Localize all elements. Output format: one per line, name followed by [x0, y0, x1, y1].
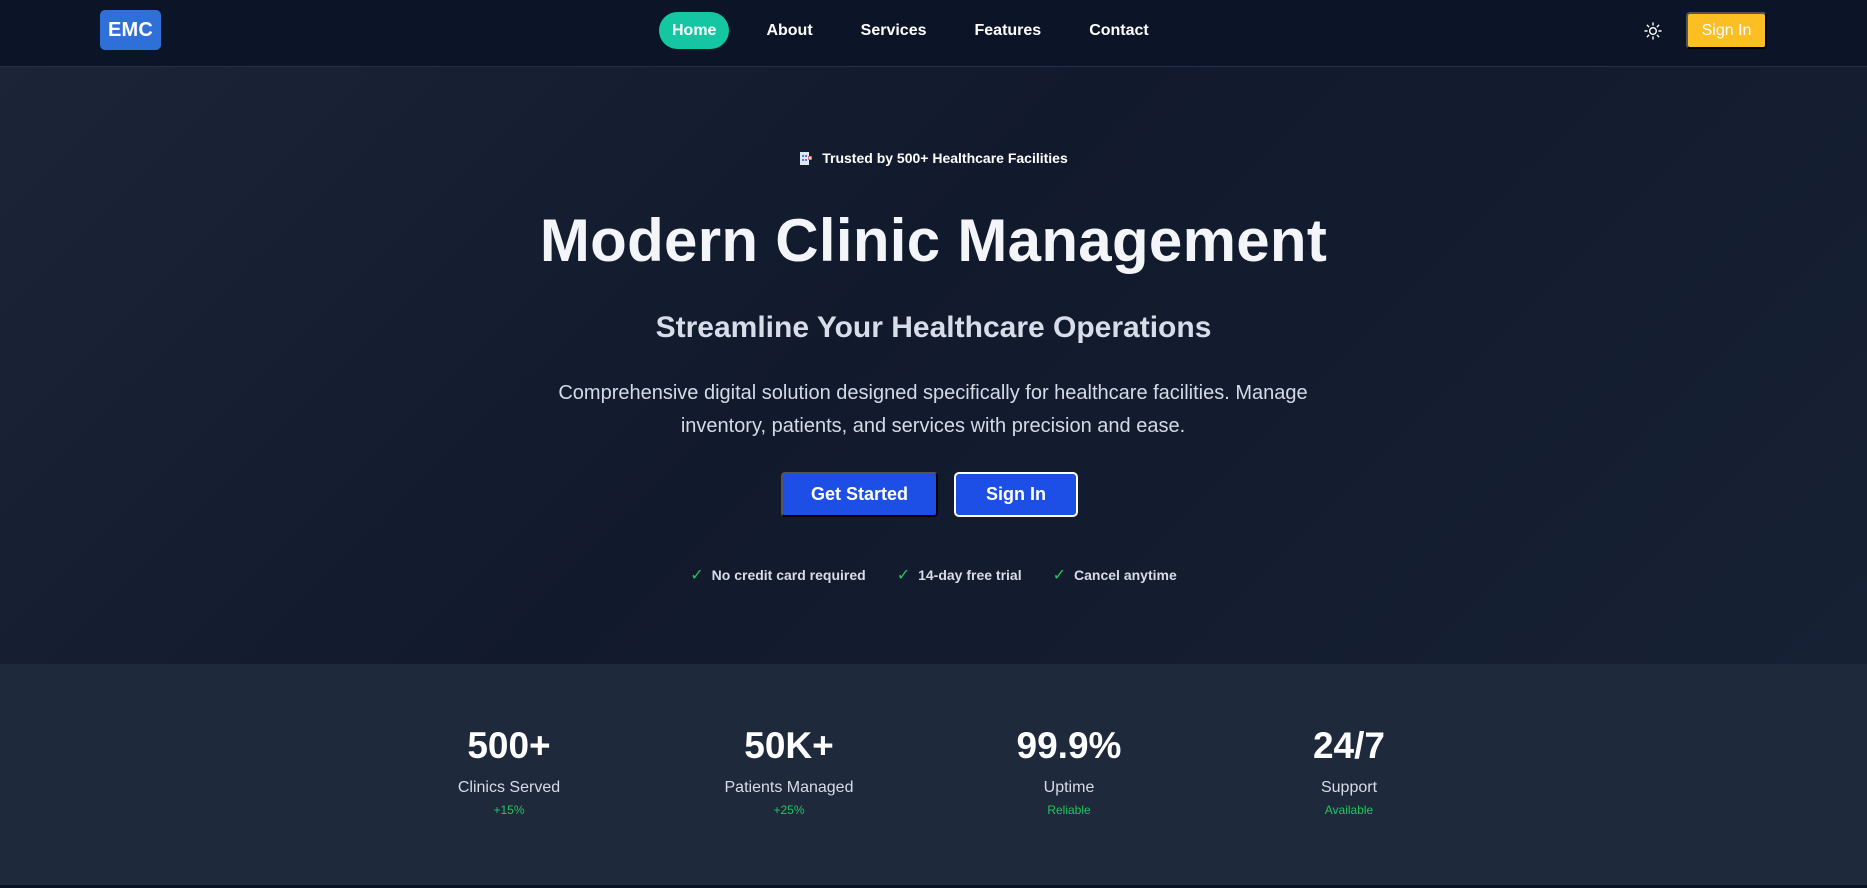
- stat-change: +15%: [493, 803, 525, 817]
- nav-home-link[interactable]: Home: [659, 12, 730, 49]
- theme-toggle-sun-svg: [1644, 22, 1662, 40]
- nav-features-link[interactable]: Features: [975, 12, 1042, 49]
- perk-item: ✓ No credit card required: [690, 565, 865, 585]
- hero-subtitle: Streamline Your Healthcare Operations: [655, 311, 1212, 344]
- stat-change: +25%: [773, 803, 805, 817]
- get-started-button[interactable]: Get Started: [781, 472, 938, 517]
- hero-signin-button[interactable]: Sign In: [954, 472, 1078, 517]
- perk-text: No credit card required: [711, 567, 866, 583]
- stat-patients: 50K+ Patients Managed +25%: [679, 664, 899, 818]
- stat-uptime: 99.9% Uptime Reliable: [959, 664, 1179, 818]
- stat-clinics: 500+ Clinics Served +15%: [399, 664, 619, 818]
- stat-change: Available: [1324, 803, 1374, 817]
- stat-label: Patients Managed: [724, 779, 854, 796]
- stat-value: 500+: [467, 725, 551, 766]
- nav-about-link[interactable]: About: [766, 12, 812, 49]
- sun-icon[interactable]: [1641, 19, 1665, 43]
- stat-value: 99.9%: [1016, 725, 1122, 766]
- check-icon: ✓: [1052, 567, 1067, 584]
- stat-label: Support: [1320, 779, 1378, 796]
- stat-value: 50K+: [744, 725, 834, 766]
- stat-label: Uptime: [1043, 779, 1095, 796]
- hero-description: Comprehensive digital solution designed …: [558, 382, 1308, 437]
- trust-text: Trusted by 500+ Healthcare Facilities: [822, 150, 1068, 166]
- check-icon: ✓: [690, 567, 704, 584]
- nav-signin-button[interactable]: Sign In: [1686, 12, 1767, 49]
- nav-contact-link[interactable]: Contact: [1089, 12, 1149, 49]
- nav-services-link[interactable]: Services: [861, 12, 927, 49]
- hero-title: Modern Clinic Management: [539, 207, 1328, 274]
- top-navbar: EMC Home About Services Features Contact…: [0, 0, 1867, 67]
- perk-item: ✓ Cancel anytime: [1053, 565, 1177, 585]
- emc-logo[interactable]: EMC: [100, 10, 161, 50]
- check-icon: ✓: [896, 567, 911, 584]
- perk-item: ✓ 14-day free trial: [897, 565, 1022, 585]
- hero-section: Trusted by 500+ Healthcare Facilities Mo…: [0, 67, 1867, 664]
- stat-change: Reliable: [1047, 803, 1091, 817]
- perk-text: Cancel anytime: [1074, 567, 1177, 583]
- perks-list: ✓ No credit card required ✓ 14-day free …: [0, 565, 1867, 585]
- stat-support: 24/7 Support Available: [1239, 664, 1459, 818]
- stat-value: 24/7: [1312, 725, 1385, 766]
- perk-text: 14-day free trial: [918, 567, 1022, 583]
- main-nav: Home About Services Features Contact: [659, 12, 1149, 49]
- stats-section: 500+ Clinics Served +15% 50K+ Patients M…: [0, 664, 1867, 885]
- clinic-building-icon: [799, 150, 813, 166]
- trust-badge: Trusted by 500+ Healthcare Facilities: [0, 150, 1867, 166]
- stat-label: Clinics Served: [457, 779, 561, 796]
